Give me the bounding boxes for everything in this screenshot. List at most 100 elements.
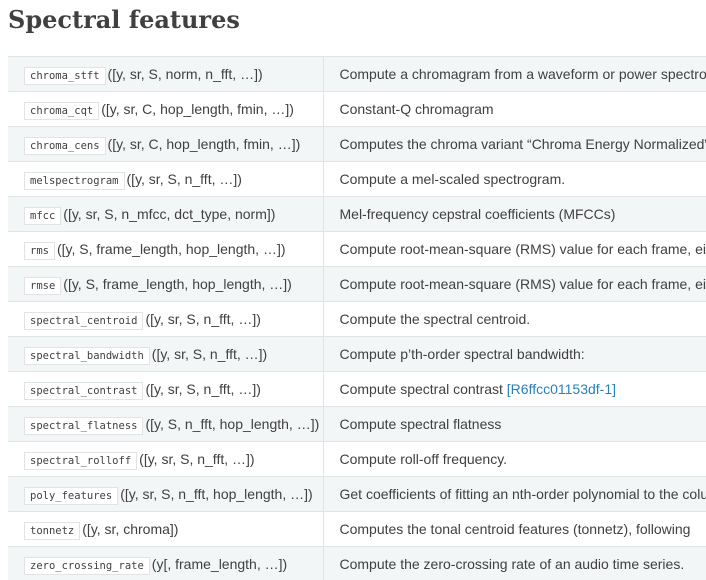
function-description: Compute the spectral centroid. [339, 311, 531, 327]
function-description: Constant-Q chromagram [339, 101, 494, 117]
citation-link[interactable]: [R6ffcc01153df-1] [507, 381, 616, 397]
function-cell: mfcc ([y, sr, S, n_mfcc, dct_type, norm]) [8, 196, 324, 232]
function-link-melspectrogram[interactable]: melspectrogram [24, 171, 127, 190]
description-cell: Compute the spectral centroid. [323, 301, 706, 337]
table-row: mfcc ([y, sr, S, n_mfcc, dct_type, norm])… [8, 196, 706, 232]
function-link-spectral-rolloff[interactable]: spectral_rolloff [24, 451, 139, 470]
table-row: spectral_flatness ([y, S, n_fft, hop_leng… [8, 406, 706, 442]
function-signature: ([y, sr, C, hop_length, fmin, …]) [107, 136, 301, 152]
function-description: Computes the chroma variant “Chroma Ener… [339, 136, 706, 152]
function-cell: poly_features ([y, sr, S, n_fft, hop_leng… [8, 476, 324, 512]
function-name: poly_features [24, 487, 119, 505]
function-signature: ([y, sr, S, n_fft, …]) [139, 451, 255, 467]
summary-table: chroma_stft ([y, sr, S, norm, n_fft, …]) … [8, 56, 706, 580]
function-description: Compute spectral contrast [339, 381, 507, 397]
description-cell: Compute p’th-order spectral bandwidth: [323, 336, 706, 372]
table-row: melspectrogram ([y, sr, S, n_fft, …]) Com… [8, 161, 706, 197]
function-name: zero_crossing_rate [24, 557, 150, 575]
function-signature: ([y, sr, S, n_fft, hop_length, …]) [120, 486, 313, 502]
function-signature: ([y, S, frame_length, hop_length, …]) [56, 241, 286, 257]
function-signature: ([y, sr, S, n_fft, …]) [145, 311, 261, 327]
function-cell: spectral_centroid ([y, sr, S, n_fft, …]) [8, 301, 324, 337]
function-description: Computes the tonal centroid features (to… [339, 521, 691, 537]
function-description: Compute spectral flatness [339, 416, 502, 432]
function-name: chroma_stft [24, 67, 106, 85]
function-link-zero-crossing-rate[interactable]: zero_crossing_rate [24, 556, 152, 575]
function-description: Get coefficients of fitting an nth-order… [339, 486, 706, 502]
table-row: chroma_stft ([y, sr, S, norm, n_fft, …]) … [8, 56, 706, 92]
function-cell: zero_crossing_rate (y[, frame_length, …]) [8, 546, 324, 580]
function-link-spectral-bandwidth[interactable]: spectral_bandwidth [24, 346, 152, 365]
function-name: chroma_cens [24, 137, 106, 155]
function-signature: ([y, S, frame_length, hop_length, …]) [63, 276, 292, 292]
function-signature: ([y, sr, S, norm, n_fft, …]) [107, 66, 263, 82]
description-cell: Mel-frequency cepstral coefficients (MFC… [323, 196, 706, 232]
function-link-rms[interactable]: rms [24, 241, 57, 260]
table-row: chroma_cens ([y, sr, C, hop_length, fmin,… [8, 126, 706, 162]
function-cell: tonnetz ([y, sr, chroma]) [8, 511, 324, 547]
function-name: spectral_rolloff [24, 452, 138, 470]
function-cell: chroma_stft ([y, sr, S, norm, n_fft, …]) [8, 56, 324, 92]
function-link-chroma-cqt[interactable]: chroma_cqt [24, 101, 101, 120]
function-link-poly-features[interactable]: poly_features [24, 486, 120, 505]
description-cell: Compute spectral contrast [R6ffcc01153df… [323, 371, 706, 407]
function-link-spectral-centroid[interactable]: spectral_centroid [24, 311, 145, 330]
section-title: Spectral features [8, 5, 240, 34]
function-name: spectral_bandwidth [24, 347, 150, 365]
function-description: Compute roll-off frequency. [339, 451, 508, 467]
function-description: Compute a chromagram from a waveform or … [339, 66, 706, 82]
function-description: Compute a mel-scaled spectrogram. [339, 171, 566, 187]
function-name: melspectrogram [24, 172, 125, 190]
function-signature: ([y, S, n_fft, hop_length, …]) [145, 416, 320, 432]
function-description: Mel-frequency cepstral coefficients (MFC… [339, 206, 616, 222]
function-name: spectral_contrast [24, 382, 144, 400]
function-name: rmse [24, 277, 62, 295]
description-cell: Compute a chromagram from a waveform or … [323, 56, 706, 92]
function-link-spectral-contrast[interactable]: spectral_contrast [24, 381, 145, 400]
function-cell: spectral_contrast ([y, sr, S, n_fft, …]) [8, 371, 324, 407]
description-cell: Compute roll-off frequency. [323, 441, 706, 477]
function-signature: ([y, sr, S, n_mfcc, dct_type, norm]) [63, 206, 276, 222]
function-signature: (y[, frame_length, …]) [151, 556, 288, 572]
function-description: Compute root-mean-square (RMS) value for… [339, 241, 706, 257]
table-row: spectral_centroid ([y, sr, S, n_fft, …]) … [8, 301, 706, 337]
function-name: tonnetz [24, 522, 81, 540]
table-row: rmse ([y, S, frame_length, hop_length, …]… [8, 266, 706, 302]
function-link-rmse[interactable]: rmse [24, 276, 63, 295]
function-name: rms [24, 242, 55, 260]
function-signature: ([y, sr, chroma]) [82, 521, 179, 537]
function-description: Compute p’th-order spectral bandwidth: [339, 346, 585, 362]
function-description: Compute the zero-crossing rate of an aud… [339, 556, 685, 572]
function-link-chroma-stft[interactable]: chroma_stft [24, 66, 108, 85]
function-signature: ([y, sr, C, hop_length, fmin, …]) [101, 101, 294, 117]
table-row: poly_features ([y, sr, S, n_fft, hop_leng… [8, 476, 706, 512]
function-cell: chroma_cqt ([y, sr, C, hop_length, fmin, … [8, 91, 324, 127]
function-signature: ([y, sr, S, n_fft, …]) [145, 381, 261, 397]
description-cell: Constant-Q chromagram [323, 91, 706, 127]
function-cell: spectral_bandwidth ([y, sr, S, n_fft, …]) [8, 336, 324, 372]
description-cell: Get coefficients of fitting an nth-order… [323, 476, 706, 512]
table-row: spectral_contrast ([y, sr, S, n_fft, …]) … [8, 371, 706, 407]
function-cell: rms ([y, S, frame_length, hop_length, …]) [8, 231, 324, 267]
function-link-tonnetz[interactable]: tonnetz [24, 521, 82, 540]
function-summary-table: chroma_stft ([y, sr, S, norm, n_fft, …]) … [8, 56, 706, 580]
table-row: zero_crossing_rate (y[, frame_length, …])… [8, 546, 706, 580]
function-cell: rmse ([y, S, frame_length, hop_length, …]… [8, 266, 324, 302]
description-cell: Compute the zero-crossing rate of an aud… [323, 546, 706, 580]
function-signature: ([y, sr, S, n_fft, …]) [151, 346, 268, 362]
description-cell: Compute spectral flatness [323, 406, 706, 442]
function-cell: chroma_cens ([y, sr, C, hop_length, fmin,… [8, 126, 324, 162]
function-link-spectral-flatness[interactable]: spectral_flatness [24, 416, 145, 435]
function-cell: spectral_rolloff ([y, sr, S, n_fft, …]) [8, 441, 324, 477]
function-link-mfcc[interactable]: mfcc [24, 206, 63, 225]
function-link-chroma-cens[interactable]: chroma_cens [24, 136, 108, 155]
function-name: spectral_centroid [24, 312, 144, 330]
description-cell: Compute root-mean-square (RMS) value for… [323, 231, 706, 267]
description-cell: Compute root-mean-square (RMS) value for… [323, 266, 706, 302]
table-row: tonnetz ([y, sr, chroma]) Computes the to… [8, 511, 706, 547]
table-row: spectral_rolloff ([y, sr, S, n_fft, …]) C… [8, 441, 706, 477]
table-row: chroma_cqt ([y, sr, C, hop_length, fmin, … [8, 91, 706, 127]
function-signature: ([y, sr, S, n_fft, …]) [126, 171, 242, 187]
function-cell: melspectrogram ([y, sr, S, n_fft, …]) [8, 161, 324, 197]
function-name: spectral_flatness [24, 417, 144, 435]
